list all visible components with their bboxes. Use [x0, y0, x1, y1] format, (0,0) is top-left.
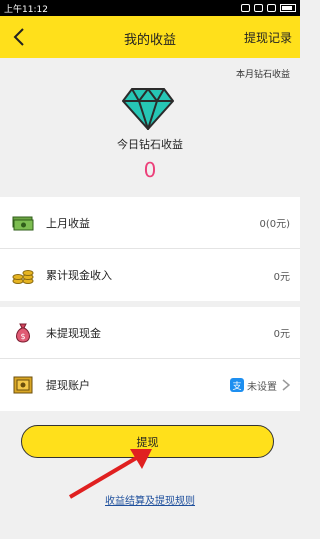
- withdraw-account-row[interactable]: 提现账户 支 未设置: [0, 359, 300, 411]
- wifi-icon: [241, 4, 250, 12]
- today-earnings-panel: 本月钻石收益 今日钻石收益 0: [0, 58, 300, 190]
- account-status: 支 未设置: [230, 378, 290, 393]
- today-earnings-value: 0: [143, 158, 157, 182]
- chevron-left-icon: [13, 28, 24, 46]
- row-value: 0元: [273, 271, 290, 283]
- earnings-group: 上月收益 0(0元) 累计现金收入 0元: [0, 197, 300, 301]
- withdraw-button[interactable]: 提现: [21, 425, 274, 458]
- row-label: 上月收益: [46, 216, 90, 230]
- last-month-earnings-row: 上月收益 0(0元): [0, 197, 300, 249]
- earnings-rules-link[interactable]: 收益结算及提现规则: [0, 492, 300, 507]
- row-value: 0元: [273, 329, 290, 340]
- battery-icon: [280, 4, 296, 12]
- back-button[interactable]: [4, 22, 34, 52]
- svg-text:$: $: [20, 332, 25, 341]
- row-label: 累计现金收入: [46, 269, 112, 282]
- chevron-right-icon: [282, 379, 290, 391]
- status-icons: [241, 4, 296, 12]
- status-time: 上午11:12: [4, 4, 48, 15]
- row-value: 0(0元): [259, 219, 290, 230]
- row-label: 提现账户: [46, 379, 90, 392]
- diamond-icon: [122, 88, 174, 130]
- unwithdrawn-cash-row: $ 未提现现金 0元: [0, 307, 300, 359]
- total-cash-income-row: 累计现金收入 0元: [0, 249, 300, 301]
- alipay-icon: 支: [230, 378, 244, 392]
- nav-bar: 我的收益 提现记录: [0, 16, 300, 58]
- status-bar: 上午11:12: [0, 0, 300, 16]
- money-bag-icon: $: [10, 320, 36, 346]
- account-status-text: 未设置: [247, 381, 277, 393]
- money-stack-icon: [10, 210, 36, 236]
- coin-stack-icon: [10, 262, 36, 288]
- earnings-list: 上月收益 0(0元) 累计现金收入 0元 $ 未提现现金 0元 提现账户 支 未…: [0, 197, 300, 411]
- account-group: $ 未提现现金 0元 提现账户 支 未设置: [0, 307, 300, 411]
- row-label: 未提现现金: [46, 326, 101, 340]
- withdraw-history-link[interactable]: 提现记录: [244, 29, 292, 46]
- notification-icon: [267, 4, 276, 12]
- signal-icon: [254, 4, 263, 12]
- today-earnings-label: 今日钻石收益: [117, 138, 183, 151]
- safe-icon: [10, 372, 36, 398]
- month-diamond-earnings-link[interactable]: 本月钻石收益: [236, 67, 290, 80]
